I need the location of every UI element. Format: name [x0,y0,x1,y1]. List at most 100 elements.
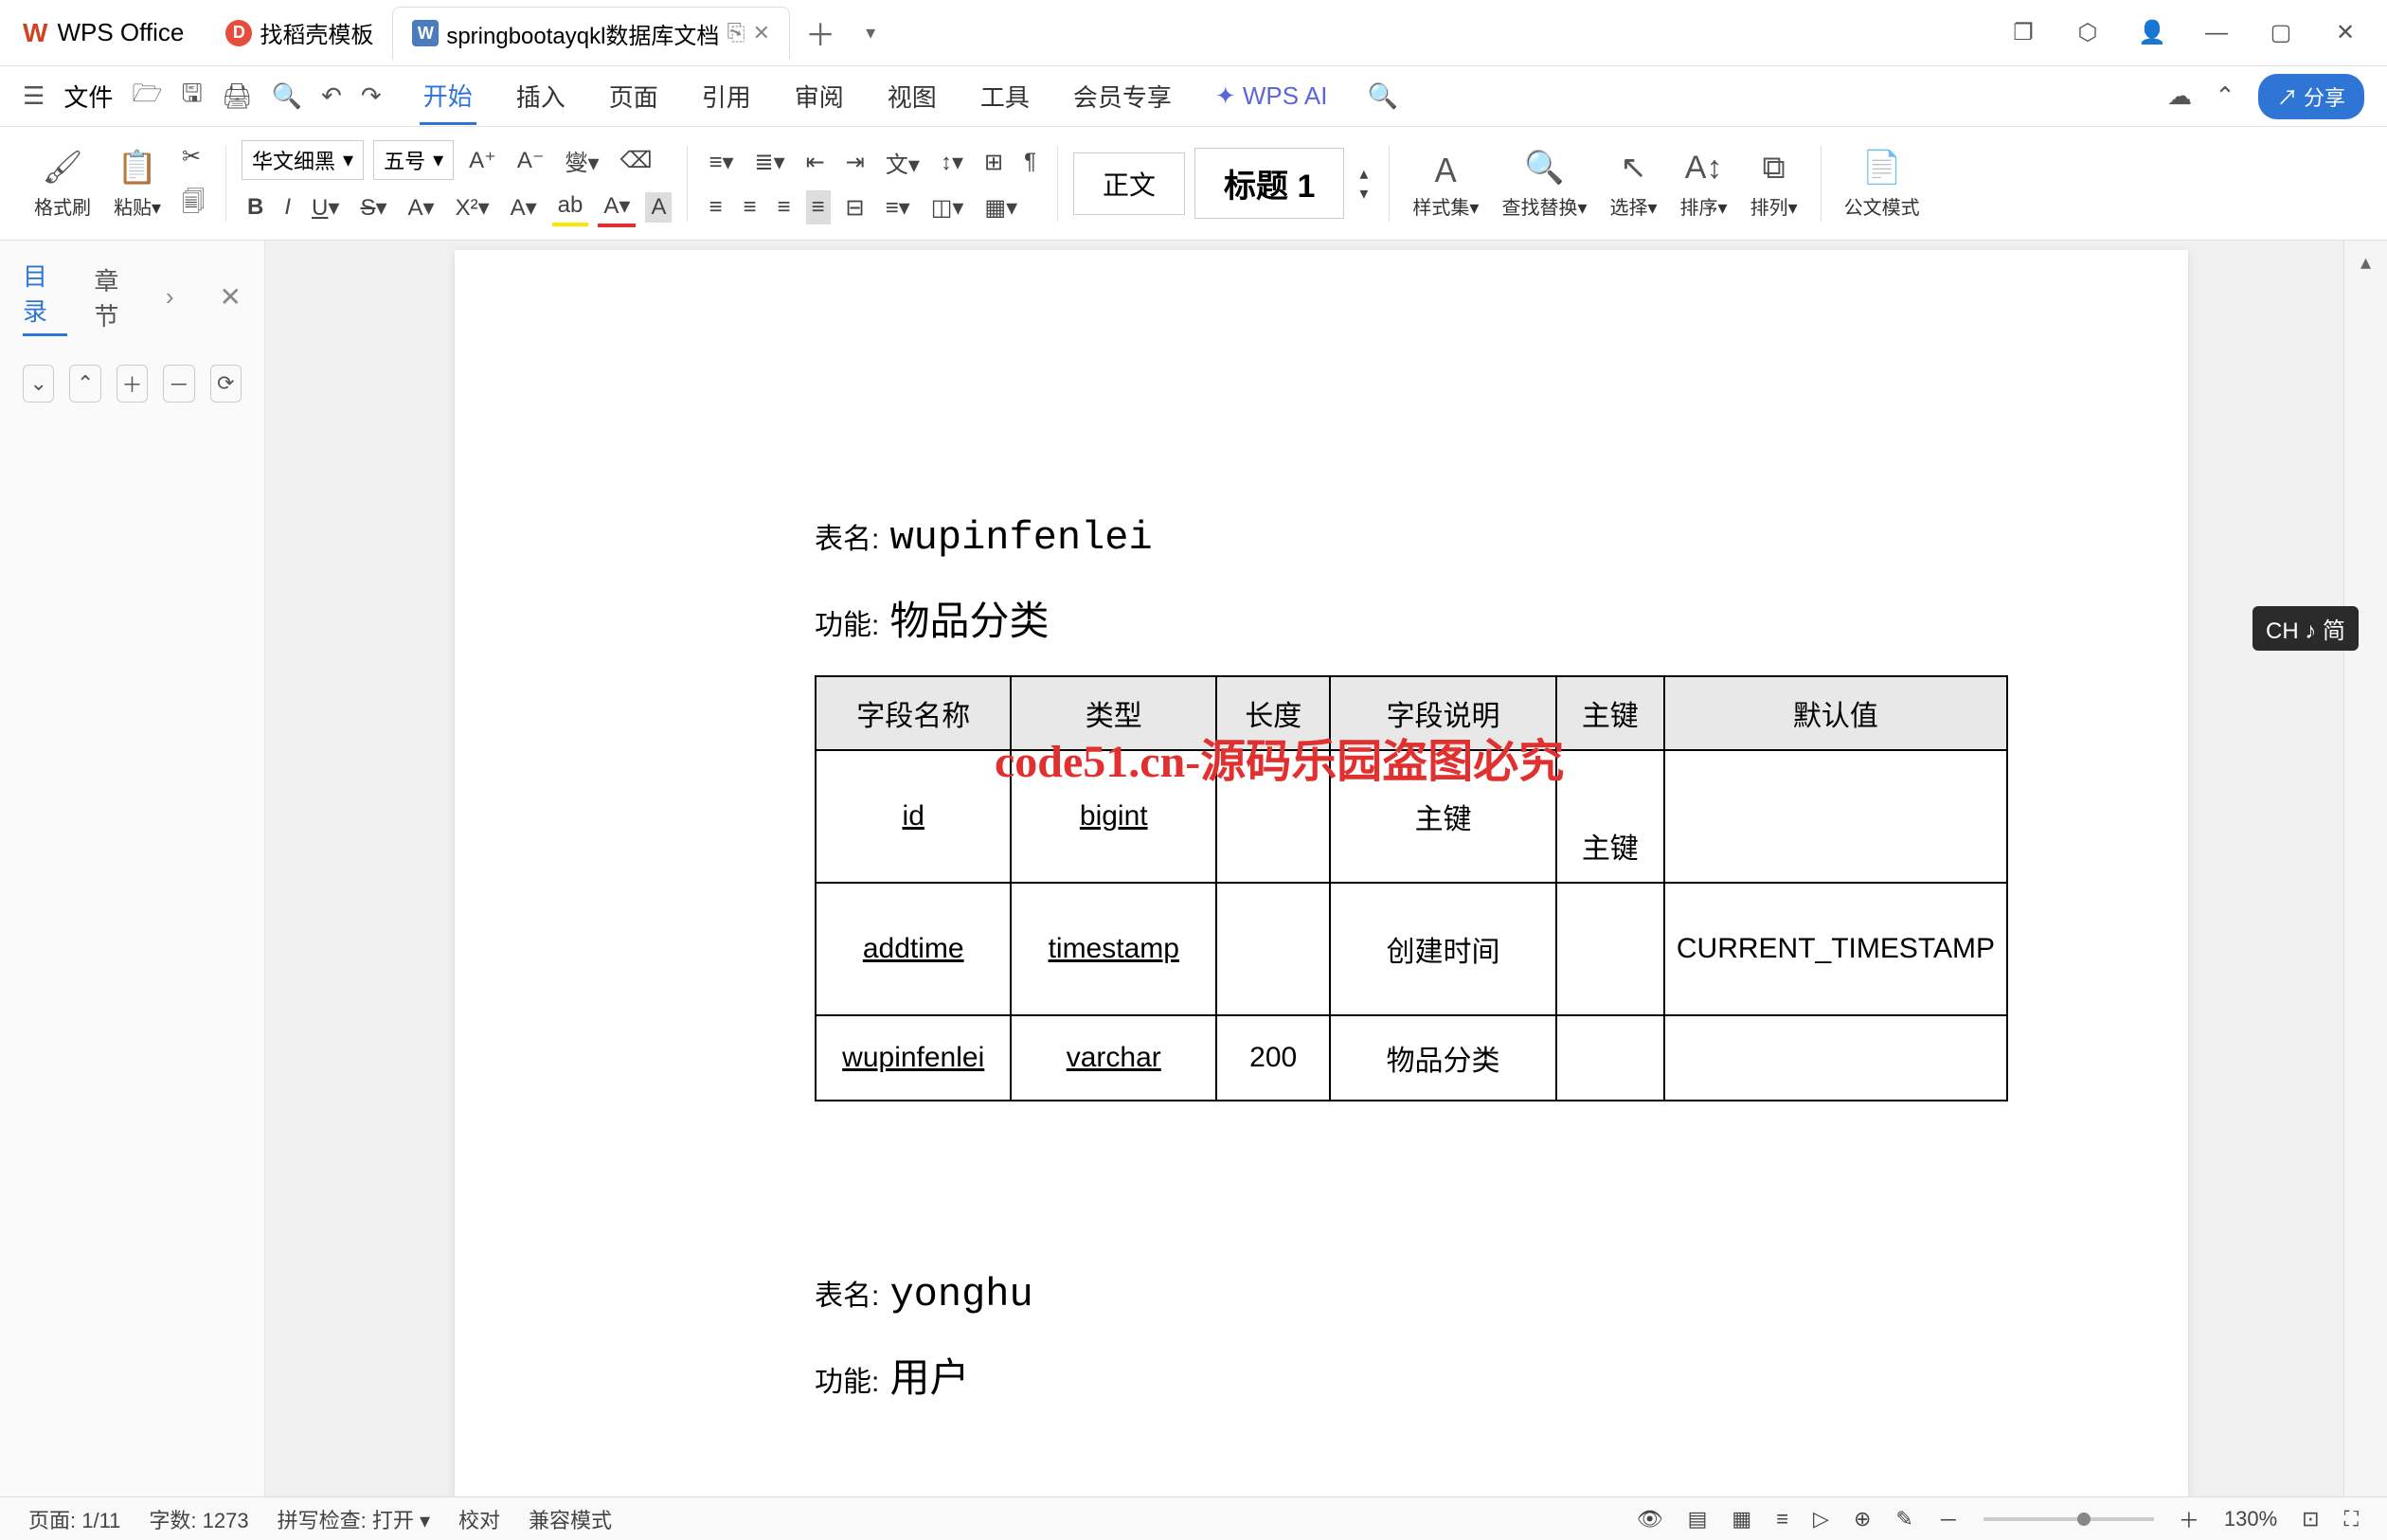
redo-icon[interactable]: ↷ [361,81,382,111]
menu-icon[interactable]: ☰ [23,81,45,111]
status-page[interactable]: 页面: 1/11 [28,1504,120,1534]
shading-icon[interactable]: A [645,192,672,223]
border-icon[interactable]: ⊞ [978,145,1009,180]
style-scroll-icon[interactable]: ▴▾ [1354,160,1373,207]
styleset-group[interactable]: Ａ 样式集▾ [1405,127,1486,240]
collapse-icon[interactable]: ⌃ [2215,81,2235,111]
menu-tab-wpsai[interactable]: ✦ WPS AI [1211,72,1332,120]
add-icon[interactable]: ＋ [117,365,148,403]
reading-view-icon[interactable]: ▤ [1688,1507,1708,1531]
arrange-group[interactable]: ⧉ 排列▾ [1743,127,1805,240]
paste-group[interactable]: 📋 粘贴▾ [106,127,169,240]
print-icon[interactable]: 🖨 [222,81,253,111]
phonetic-icon[interactable]: 燮▾ [560,140,605,181]
undo-icon[interactable]: ↶ [321,81,342,111]
zoom-out-icon[interactable]: － [1938,1504,1959,1534]
line-spacing-icon[interactable]: ≡▾ [880,190,916,225]
find-group[interactable]: 🔍 查找替换▾ [1494,127,1594,240]
avatar-icon[interactable]: 👤 [2133,14,2171,52]
save-icon[interactable]: 🖫 [182,76,203,117]
tab-document[interactable]: W springbootayqkl数据库文档 ⎘ ✕ [392,7,790,60]
font-color-icon[interactable]: A▾ [598,188,636,227]
align-center-icon[interactable]: ≡ [737,190,762,224]
fullscreen-icon[interactable]: ⛶ [2344,1507,2359,1531]
sidebar-tab-toc[interactable]: 目录 [23,258,67,336]
select-group[interactable]: ↖ 选择▾ [1603,127,1665,240]
fill-icon[interactable]: ◫▾ [925,190,970,225]
superscript-icon[interactable]: A▾ [403,190,440,225]
outline-view-icon[interactable]: ≡ [1776,1507,1788,1531]
menu-tab-tools[interactable]: 工具 [977,69,1033,123]
fit-width-icon[interactable]: ⊡ [2302,1507,2319,1531]
sidebar-close-icon[interactable]: ✕ [220,281,242,313]
chevron-right-icon[interactable]: › [166,282,174,312]
sidebar-tab-chapter[interactable]: 章节 [94,262,138,332]
zoom-slider[interactable] [1983,1517,2154,1521]
official-group[interactable]: 📄 公文模式 [1837,127,1928,240]
outdent-icon[interactable]: ⇤ [800,145,831,180]
menu-tab-home[interactable]: 开始 [420,68,476,125]
zoom-in-icon[interactable]: ＋ [2179,1504,2199,1534]
tab-templates[interactable]: D 找稻壳模板 [206,7,392,60]
document-area[interactable]: 表名: wupinfenlei 功能: 物品分类 字段名称 类型 长度 字段说明… [265,241,2343,1496]
zoom-value[interactable]: 130% [2224,1507,2277,1531]
open-icon[interactable]: 🗁 [132,76,162,117]
borders-icon[interactable]: ▦▾ [978,190,1023,225]
status-spellcheck[interactable]: 拼写检查: 打开 ▾ [278,1504,430,1534]
shrink-font-icon[interactable]: A⁻ [512,143,550,178]
distribute-icon[interactable]: ⊟ [840,190,870,225]
share-button[interactable]: ↗ 分享 [2258,74,2364,119]
strike-icon[interactable]: S▾ [354,190,392,225]
minimize-button[interactable]: — [2198,14,2235,52]
grow-font-icon[interactable]: A⁺ [463,143,502,178]
remove-icon[interactable]: － [163,365,194,403]
menu-tab-reference[interactable]: 引用 [698,69,755,123]
status-compat[interactable]: 兼容模式 [529,1504,612,1534]
collapse-up-icon[interactable]: ⌃ [69,365,100,403]
italic-icon[interactable]: I [278,190,296,224]
file-menu[interactable]: 文件 [63,79,113,114]
align-justify-icon[interactable]: ≡ [806,190,831,224]
close-button[interactable]: ✕ [2326,14,2364,52]
status-words[interactable]: 字数: 1273 [149,1504,248,1534]
play-icon[interactable]: ▷ [1813,1507,1829,1531]
close-tab-icon[interactable]: ✕ [753,21,770,45]
text-direction-icon[interactable]: 文▾ [880,142,925,183]
subscript-icon[interactable]: X²▾ [450,190,495,225]
indent-icon[interactable]: ⇥ [840,145,870,180]
clear-format-icon[interactable]: ⌫ [615,143,658,178]
sort-group[interactable]: A↕ 排序▾ [1673,127,1735,240]
bullets-icon[interactable]: ≡▾ [703,145,739,180]
font-size-select[interactable]: 五号 ▾ [373,140,454,180]
menu-tab-insert[interactable]: 插入 [512,69,569,123]
cloud-icon[interactable]: ☁ [2167,81,2192,111]
style-heading1[interactable]: 标题 1 [1194,148,1344,219]
menu-tab-view[interactable]: 视图 [884,69,941,123]
cube-icon[interactable]: ⬡ [2069,14,2107,52]
web-layout-icon[interactable]: ⊕ [1854,1507,1871,1531]
format-brush-group[interactable]: 🖌 格式刷 [27,127,99,240]
menu-tab-member[interactable]: 会员专享 [1069,69,1176,123]
highlight-icon[interactable]: ab [552,188,589,226]
zoom-thumb[interactable] [2077,1513,2091,1526]
preview-icon[interactable]: 🔍 [272,81,302,111]
pen-icon[interactable]: ✎ [1895,1507,1912,1531]
scroll-up-icon[interactable]: ▴ [2360,250,2371,275]
copy-icon[interactable]: 🗐 [176,182,210,228]
tab-dropdown-icon[interactable]: ▾ [851,21,890,45]
menu-tab-review[interactable]: 审阅 [791,69,848,123]
align-left-icon[interactable]: ≡ [703,190,727,224]
status-proof[interactable]: 校对 [458,1504,500,1534]
bold-icon[interactable]: B [242,190,269,224]
numbering-icon[interactable]: ≣▾ [749,145,791,180]
menu-tab-page[interactable]: 页面 [605,69,662,123]
symbol-icon[interactable]: ¶ [1018,145,1042,179]
search-icon[interactable]: 🔍 [1367,81,1397,111]
text-effect-icon[interactable]: A▾ [505,190,543,225]
print-layout-icon[interactable]: ▦ [1732,1507,1751,1531]
style-normal[interactable]: 正文 [1073,152,1185,215]
refresh-icon[interactable]: ⟳ [210,365,242,403]
multiwindow-icon[interactable]: ❐ [2004,14,2042,52]
underline-icon[interactable]: U▾ [306,190,345,225]
font-family-select[interactable]: 华文细黑 ▾ [242,140,364,180]
